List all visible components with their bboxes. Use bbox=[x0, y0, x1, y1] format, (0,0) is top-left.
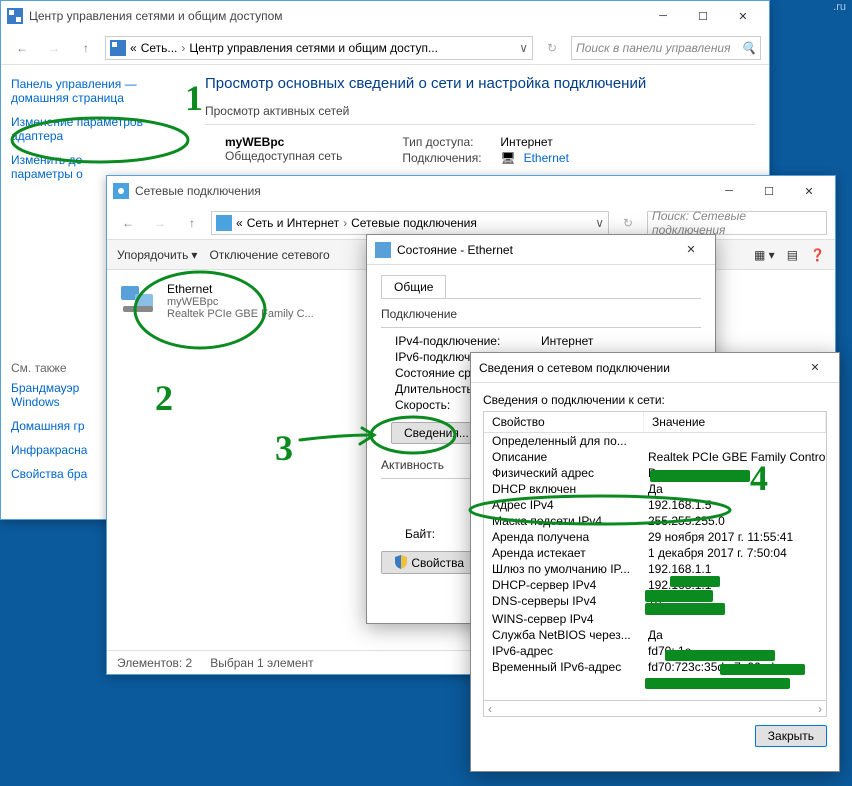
view-buttons[interactable]: ▦ ▾ bbox=[754, 248, 775, 262]
adapter-device: Realtek PCIe GBE Family C... bbox=[167, 308, 314, 320]
close-button[interactable]: ✕ bbox=[723, 2, 763, 30]
disable-device-menu[interactable]: Отключение сетевого bbox=[209, 248, 329, 262]
maximize-button[interactable]: ☐ bbox=[683, 2, 723, 30]
preview-pane-button[interactable]: ▤ bbox=[787, 248, 798, 262]
adapter-network: myWEBpc bbox=[167, 296, 314, 308]
detail-row[interactable]: Аренда истекает1 декабря 2017 г. 7:50:04 bbox=[484, 545, 826, 561]
breadcrumb[interactable]: « Сеть... › Центр управления сетями и об… bbox=[105, 36, 533, 60]
detail-row[interactable]: Шлюз по умолчанию IP...192.168.1.1 bbox=[484, 561, 826, 577]
up-button[interactable]: ↑ bbox=[179, 210, 205, 236]
close-button[interactable]: ✕ bbox=[789, 177, 829, 205]
network-name: myWEBpc bbox=[225, 135, 342, 149]
minimize-button[interactable]: ─ bbox=[709, 177, 749, 205]
refresh-button[interactable]: ↻ bbox=[539, 35, 565, 61]
ipv4-conn-label: IPv4-подключение: bbox=[381, 334, 541, 348]
adapter-ethernet[interactable]: Ethernet myWEBpc Realtek PCIe GBE Family… bbox=[115, 278, 345, 324]
sidebar-adapter-settings[interactable]: Изменение параметровадаптера bbox=[11, 115, 181, 143]
details-button[interactable]: Сведения... bbox=[391, 422, 482, 444]
back-button[interactable]: ← bbox=[115, 210, 141, 236]
detail-row[interactable]: DHCP включенДа bbox=[484, 481, 826, 497]
active-networks-label: Просмотр активных сетей bbox=[205, 104, 755, 118]
detail-row[interactable]: Адрес IPv4192.168.1.5 bbox=[484, 497, 826, 513]
back-button[interactable]: ← bbox=[9, 35, 35, 61]
forward-button[interactable]: → bbox=[41, 35, 67, 61]
dialog-titlebar[interactable]: Состояние - Ethernet ✕ bbox=[367, 235, 715, 265]
refresh-button[interactable]: ↻ bbox=[615, 210, 641, 236]
group-connection: Подключение bbox=[381, 307, 701, 321]
forward-button[interactable]: → bbox=[147, 210, 173, 236]
dialog-connection-details: Сведения о сетевом подключении ✕ Сведени… bbox=[470, 352, 840, 772]
search-input[interactable]: Поиск: Сетевые подключения bbox=[647, 211, 827, 235]
tab-general[interactable]: Общие bbox=[381, 275, 446, 298]
titlebar-network-center[interactable]: Центр управления сетями и общим доступом… bbox=[1, 1, 769, 31]
connections-link[interactable]: Ethernet bbox=[524, 151, 569, 165]
shield-icon bbox=[394, 555, 408, 569]
item-count: Элементов: 2 bbox=[117, 656, 192, 670]
window-title: Центр управления сетями и общим доступом bbox=[29, 9, 643, 23]
detail-row[interactable]: Маска подсети IPv4255.255.255.0 bbox=[484, 513, 826, 529]
dialog-titlebar[interactable]: Сведения о сетевом подключении ✕ bbox=[471, 353, 839, 383]
details-subtitle: Сведения о подключении к сети: bbox=[483, 393, 827, 407]
page-heading: Просмотр основных сведений о сети и наст… bbox=[205, 75, 755, 92]
network-center-icon bbox=[7, 8, 23, 24]
details-table: Свойство Значение Определенный для по...… bbox=[483, 411, 827, 701]
search-input[interactable]: Поиск в панели управления 🔍 bbox=[571, 36, 761, 60]
close-details-button[interactable]: Закрыть bbox=[755, 725, 827, 747]
access-type-value: Интернет bbox=[500, 135, 552, 149]
col-value[interactable]: Значение bbox=[644, 412, 826, 432]
organize-menu[interactable]: Упорядочить ▾ bbox=[117, 248, 197, 262]
corner-text: .ru bbox=[833, 1, 846, 13]
close-button[interactable]: ✕ bbox=[799, 356, 831, 380]
access-type-label: Тип доступа: bbox=[402, 135, 492, 149]
detail-row[interactable]: Служба NetBIOS через...Да bbox=[484, 627, 826, 643]
selection-info: Выбран 1 элемент bbox=[210, 656, 313, 670]
titlebar-connections[interactable]: Сетевые подключения ─ ☐ ✕ bbox=[107, 176, 835, 206]
adapter-name: Ethernet bbox=[167, 282, 314, 296]
detail-row[interactable]: ОписаниеRealtek PCIe GBE Family Controll… bbox=[484, 449, 826, 465]
ethernet-icon bbox=[375, 242, 391, 258]
window-title: Сетевые подключения bbox=[135, 184, 709, 198]
ethernet-icon: 🖥 bbox=[500, 151, 515, 165]
network-center-icon bbox=[110, 40, 126, 56]
properties-button[interactable]: Свойства bbox=[381, 551, 477, 574]
close-button[interactable]: ✕ bbox=[675, 238, 707, 262]
col-property[interactable]: Свойство bbox=[484, 412, 644, 432]
help-button[interactable]: ❓ bbox=[810, 248, 825, 262]
detail-row[interactable]: Аренда получена29 ноября 2017 г. 11:55:4… bbox=[484, 529, 826, 545]
search-icon: 🔍 bbox=[741, 41, 756, 55]
connections-label: Подключения: bbox=[402, 151, 492, 165]
minimize-button[interactable]: ─ bbox=[643, 2, 683, 30]
detail-row[interactable] bbox=[484, 675, 826, 677]
connections-icon bbox=[216, 215, 232, 231]
breadcrumb[interactable]: « Сеть и Интернет › Сетевые подключения … bbox=[211, 211, 609, 235]
detail-row[interactable]: Определенный для по... bbox=[484, 433, 826, 449]
ipv4-conn-value: Интернет bbox=[541, 334, 701, 348]
network-type: Общедоступная сеть bbox=[225, 149, 342, 163]
maximize-button[interactable]: ☐ bbox=[749, 177, 789, 205]
sidebar-home[interactable]: Панель управления —домашняя страница bbox=[11, 77, 181, 105]
up-button[interactable]: ↑ bbox=[73, 35, 99, 61]
connections-icon bbox=[113, 183, 129, 199]
ethernet-adapter-icon bbox=[119, 282, 159, 314]
